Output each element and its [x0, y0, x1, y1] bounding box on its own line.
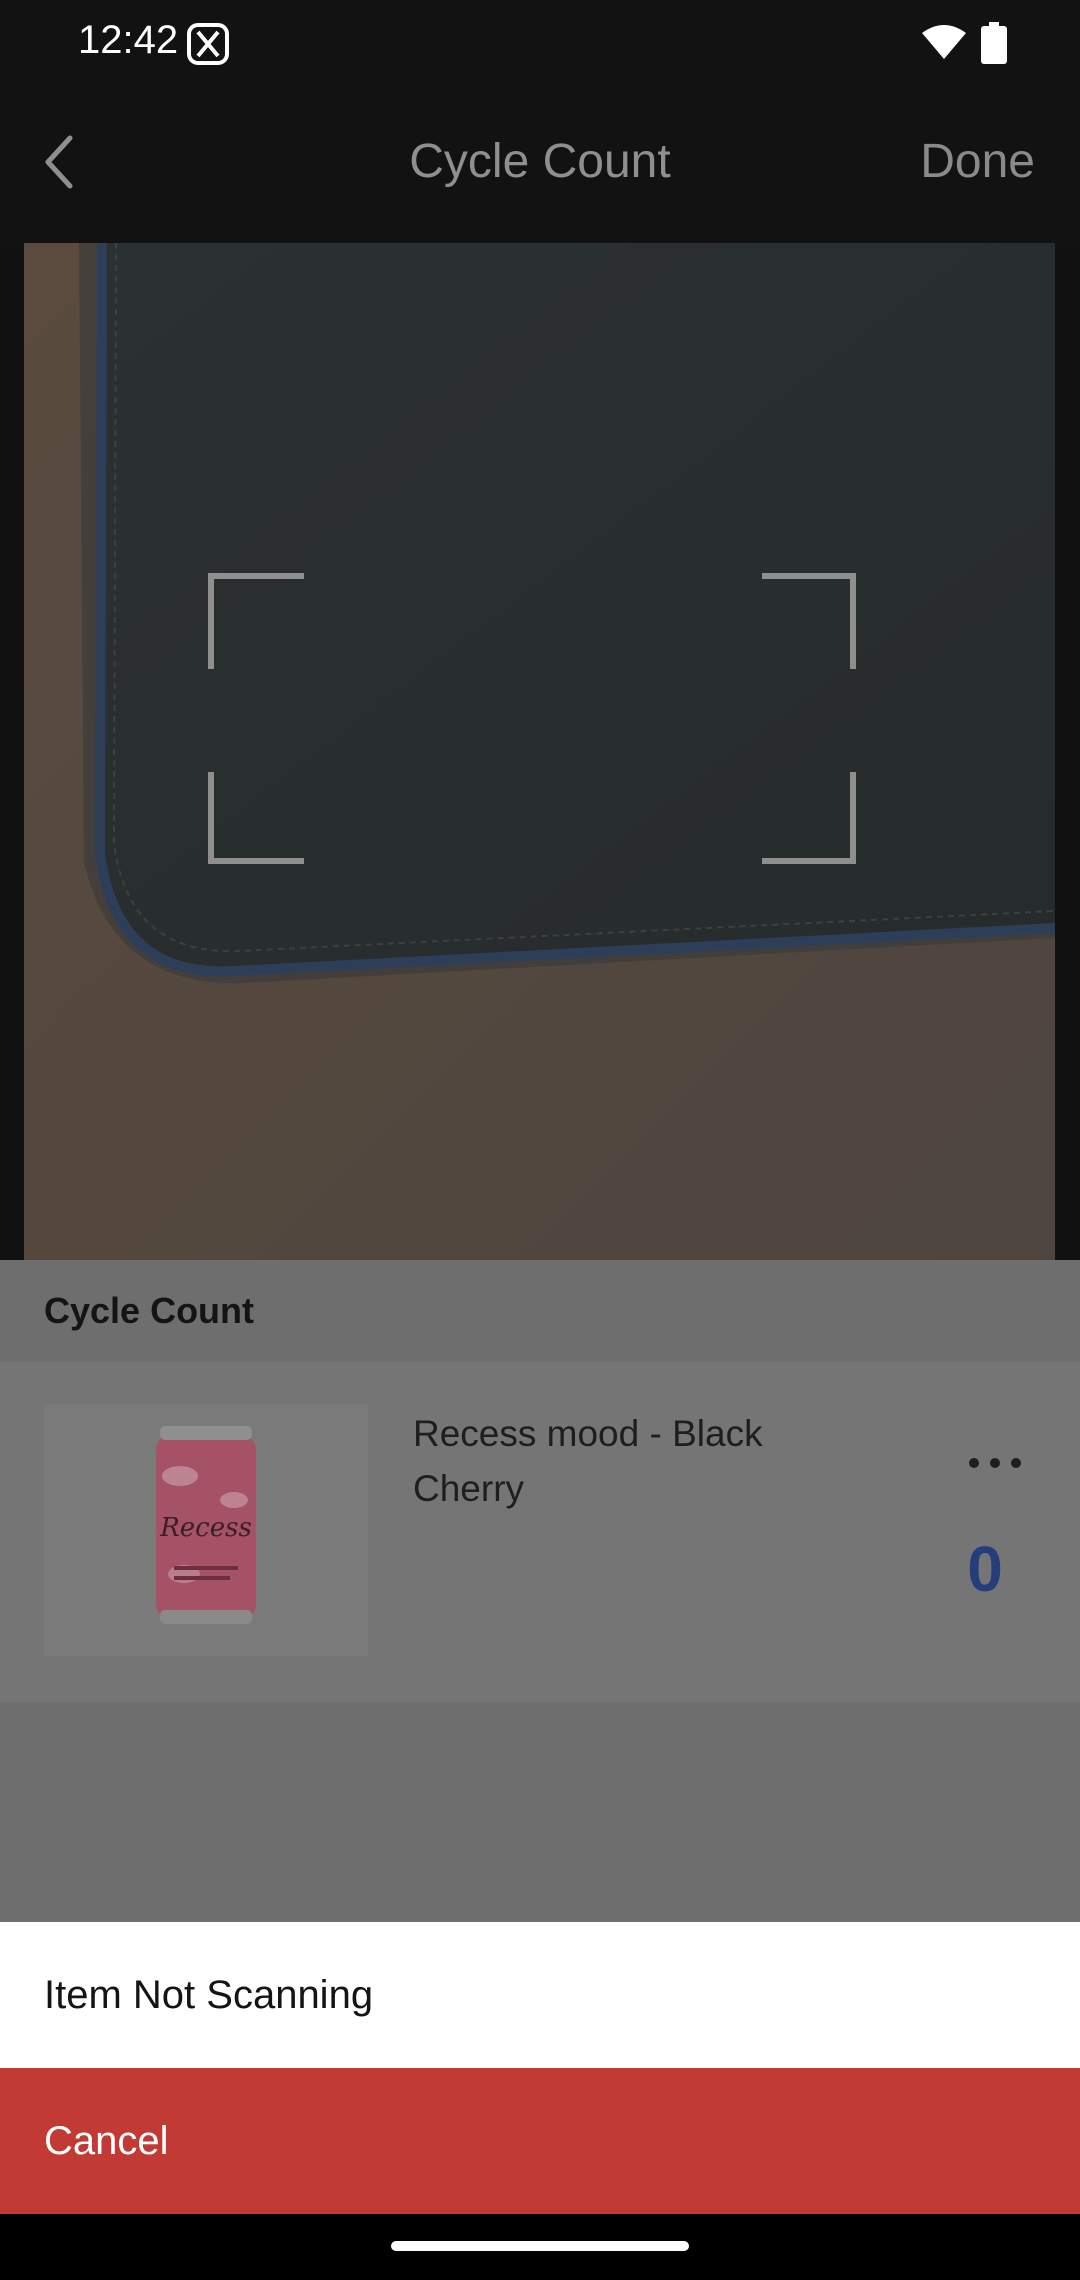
home-indicator[interactable]	[391, 2241, 689, 2251]
item-not-scanning-label: Item Not Scanning	[44, 1973, 374, 2017]
more-options-button[interactable]	[960, 1445, 1030, 1481]
camera-preview[interactable]	[24, 243, 1055, 1260]
battery-icon	[981, 22, 1007, 64]
more-horizontal-icon	[969, 1458, 1021, 1468]
item-count[interactable]: 0	[940, 1532, 1030, 1606]
chevron-left-icon	[45, 135, 73, 189]
app-notification-icon	[187, 23, 229, 65]
scanner-viewfinder	[24, 243, 1055, 1260]
back-button[interactable]	[30, 122, 100, 202]
product-name: Recess mood - Black Cherry	[413, 1413, 763, 1509]
product-image: Recess	[44, 1404, 368, 1656]
page-title: Cycle Count	[409, 135, 671, 188]
status-time: 12:42	[78, 18, 179, 62]
cancel-label: Cancel	[44, 2119, 169, 2163]
svg-text:Recess: Recess	[159, 1513, 252, 1543]
cycle-count-section-title: Cycle Count	[44, 1290, 255, 1331]
soda-can-image: Recess	[156, 1426, 256, 1624]
done-button[interactable]: Done	[920, 134, 1035, 189]
wifi-icon	[922, 25, 966, 59]
